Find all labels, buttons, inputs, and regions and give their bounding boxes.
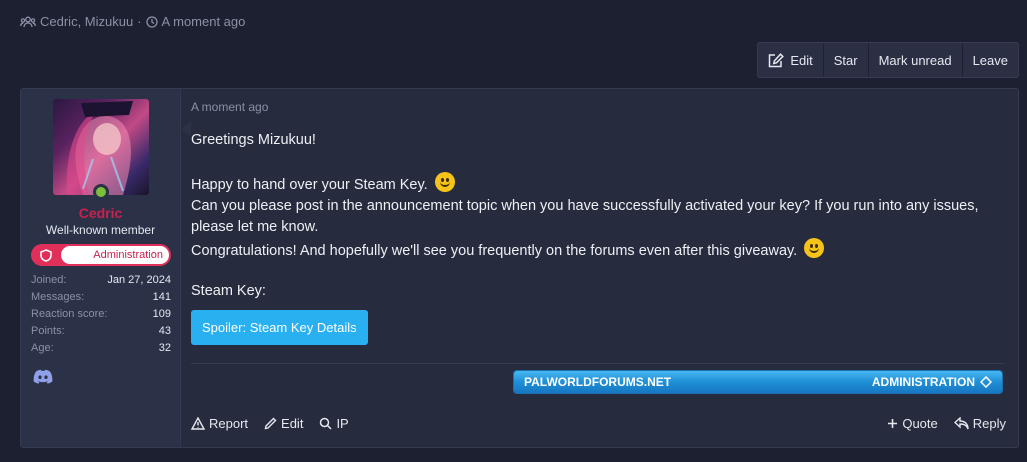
line-text: Congratulations! And hopefully we'll see… xyxy=(191,243,798,259)
ip-button[interactable]: IP xyxy=(319,416,349,431)
star-label: Star xyxy=(833,52,858,68)
quote-button[interactable]: Quote xyxy=(887,416,938,431)
meta-separator: · xyxy=(137,14,142,29)
user-stats: Joined: Jan 27, 2024 Messages: 141 React… xyxy=(31,274,171,359)
reply-icon xyxy=(953,417,969,430)
stat-label: Points: xyxy=(31,325,65,337)
plus-icon xyxy=(888,419,898,428)
line-text: Happy to hand over your Steam Key. xyxy=(191,177,428,193)
username[interactable]: Cedric xyxy=(21,205,180,221)
diamond-icon xyxy=(980,376,992,388)
quote-label: Quote xyxy=(902,416,938,431)
stat-row-reaction-score: Reaction score: 109 xyxy=(31,308,171,325)
spoiler-button[interactable]: Spoiler: Steam Key Details xyxy=(191,310,368,345)
stat-label: Messages: xyxy=(31,291,85,303)
stat-value: 109 xyxy=(152,308,171,320)
stat-label: Reaction score: xyxy=(31,308,108,320)
stat-value: 43 xyxy=(158,325,171,337)
reply-button[interactable]: Reply xyxy=(953,416,1006,431)
post-actions-right: Quote Reply xyxy=(887,416,1006,431)
stat-row-joined: Joined: Jan 27, 2024 xyxy=(31,274,171,291)
reply-label: Reply xyxy=(972,416,1006,431)
leave-label: Leave xyxy=(972,52,1008,68)
stat-row-age: Age: 32 xyxy=(31,342,171,359)
clock-icon xyxy=(145,15,158,28)
stat-value: 32 xyxy=(158,342,171,354)
thread-toolbar: Edit Star Mark unread Leave xyxy=(757,42,1019,78)
stat-row-points: Points: 43 xyxy=(31,325,171,342)
message-line: Happy to hand over your Steam Key. xyxy=(191,172,1001,196)
signature-divider xyxy=(191,363,1004,364)
edit-icon xyxy=(769,52,785,67)
stat-value: Jan 27, 2024 xyxy=(107,274,171,286)
smile-emoji-icon xyxy=(434,172,455,192)
edit-thread-label: Edit xyxy=(790,52,813,68)
stat-label: Joined: xyxy=(31,274,67,286)
stat-row-messages: Messages: 141 xyxy=(31,291,171,308)
ip-label: IP xyxy=(336,416,349,431)
thread-time[interactable]: A moment ago xyxy=(162,14,246,29)
role-badge: Administration xyxy=(31,244,171,266)
edit-post-label: Edit xyxy=(281,416,304,431)
happy-emoji-icon xyxy=(804,238,825,258)
role-badge-label: Administration xyxy=(61,246,169,264)
stat-value: 141 xyxy=(152,291,171,303)
message-line: Can you please post in the announcement … xyxy=(191,198,979,235)
online-status-indicator xyxy=(93,184,109,200)
user-title: Well-known member xyxy=(45,223,156,237)
post-actions-left: Report Edit IP xyxy=(191,416,349,431)
shield-icon xyxy=(31,248,61,262)
mark-unread-label: Mark unread xyxy=(878,52,952,68)
banner-role-text: ADMINISTRATION xyxy=(871,375,975,389)
edit-post-button[interactable]: Edit xyxy=(264,416,303,431)
message-time[interactable]: A moment ago xyxy=(191,100,268,114)
message-body: Greetings Mizukuu! Happy to hand over yo… xyxy=(191,130,1001,262)
users-icon xyxy=(20,16,36,27)
edit-thread-button[interactable]: Edit xyxy=(758,43,824,77)
message-arrow xyxy=(181,121,191,137)
report-label: Report xyxy=(209,416,249,431)
participants-text[interactable]: Cedric, Mizukuu xyxy=(40,14,133,29)
greeting-text: Greetings Mizukuu! xyxy=(191,132,316,148)
steam-key-label: Steam Key: xyxy=(191,283,266,299)
pencil-icon xyxy=(264,417,277,430)
avatar[interactable] xyxy=(53,99,149,195)
user-details: Cedric Well-known member Administration … xyxy=(21,89,181,447)
discord-icon[interactable] xyxy=(33,369,53,389)
leave-button[interactable]: Leave xyxy=(963,43,1018,77)
mark-unread-button[interactable]: Mark unread xyxy=(869,43,963,77)
thread-meta: Cedric, Mizukuu · A moment ago xyxy=(20,14,245,29)
signature-banner: PALWORLDFORUMS.NET ADMINISTRATION xyxy=(513,370,1003,394)
star-button[interactable]: Star xyxy=(824,43,869,77)
search-icon xyxy=(320,417,332,430)
banner-role: ADMINISTRATION xyxy=(872,375,992,389)
report-button[interactable]: Report xyxy=(191,416,248,431)
message-post: Cedric Well-known member Administration … xyxy=(20,88,1019,448)
warning-icon xyxy=(191,417,205,430)
banner-site-text: PALWORLDFORUMS.NET xyxy=(524,375,672,389)
stat-label: Age: xyxy=(31,342,54,354)
message-content: A moment ago Greetings Mizukuu! Happy to… xyxy=(181,89,1018,447)
message-line: Congratulations! And hopefully we'll see… xyxy=(191,238,1001,262)
